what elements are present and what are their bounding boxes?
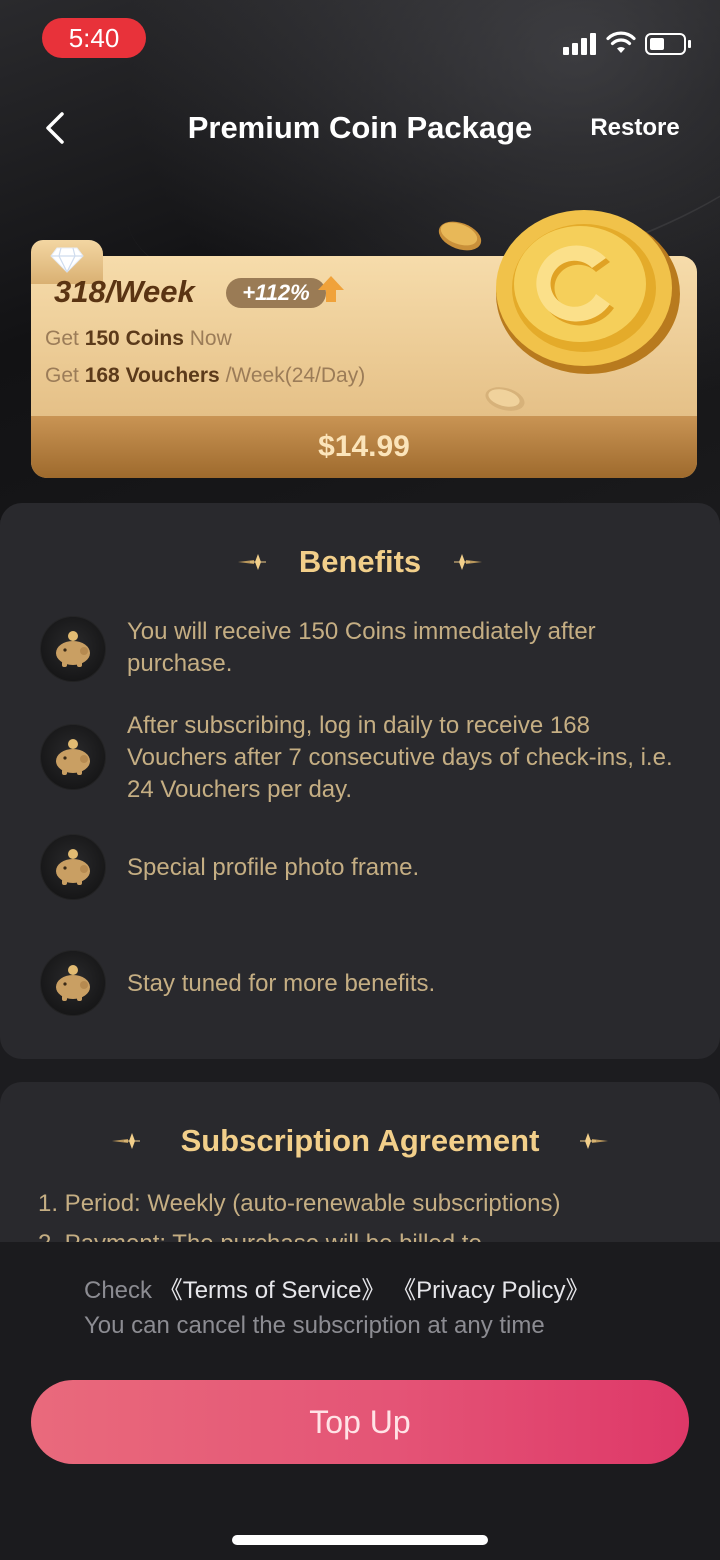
piggy-bank-icon (40, 950, 106, 1016)
check-label: Check (84, 1277, 153, 1304)
piggy-bank-icon (40, 616, 106, 682)
benefit-text: Special profile photo frame. (127, 854, 420, 881)
coin-icon (485, 387, 525, 411)
wifi-icon (606, 31, 636, 53)
privacy-policy-link[interactable]: 《Privacy Policy》 (392, 1277, 589, 1304)
sparkle-icon (580, 1133, 608, 1149)
sparkle-icon (454, 554, 482, 570)
chevron-left-icon (46, 112, 64, 144)
package-price: $14.99 (31, 416, 697, 478)
top-up-button[interactable]: Top Up (31, 1380, 689, 1464)
status-bar: 5:40 (0, 0, 720, 80)
benefit-text: Stay tuned for more benefits. (127, 970, 436, 997)
benefits-heading: Benefits (298, 544, 422, 579)
back-button[interactable] (36, 106, 76, 150)
terms-of-service-link[interactable]: 《Terms of Service》 (159, 1277, 386, 1304)
piggy-bank-icon (40, 724, 106, 790)
package-title: 318/Week (54, 274, 195, 309)
home-indicator[interactable] (232, 1535, 488, 1545)
coin-icon (496, 210, 680, 374)
up-arrow-icon (318, 276, 344, 302)
page-title: Premium Coin Package (187, 110, 533, 145)
benefit-text: You will receive 150 Coins immediately a… (127, 618, 596, 677)
agreement-period: 1. Period: Weekly (auto-renewable subscr… (38, 1190, 561, 1217)
legal-links-line: Check 《Terms of Service》 《Privacy Policy… (84, 1274, 589, 1308)
restore-button[interactable]: Restore (580, 108, 690, 148)
package-vouchers-line: Get 168 Vouchers /Week(24/Day) (45, 364, 366, 387)
battery-icon (645, 33, 691, 55)
signal-icon (563, 33, 599, 55)
agreement-heading: Subscription Agreement (180, 1123, 540, 1158)
benefit-text: After subscribing, log in daily to recei… (127, 712, 673, 803)
diamond-icon (50, 247, 84, 273)
package-coins-line: Get 150 Coins Now (45, 327, 232, 350)
coin-icon (438, 221, 482, 251)
bonus-badge: +112% (226, 278, 326, 308)
cancel-note: You can cancel the subscription at any t… (84, 1312, 545, 1339)
piggy-bank-icon (40, 834, 106, 900)
status-time: 5:40 (42, 18, 146, 58)
